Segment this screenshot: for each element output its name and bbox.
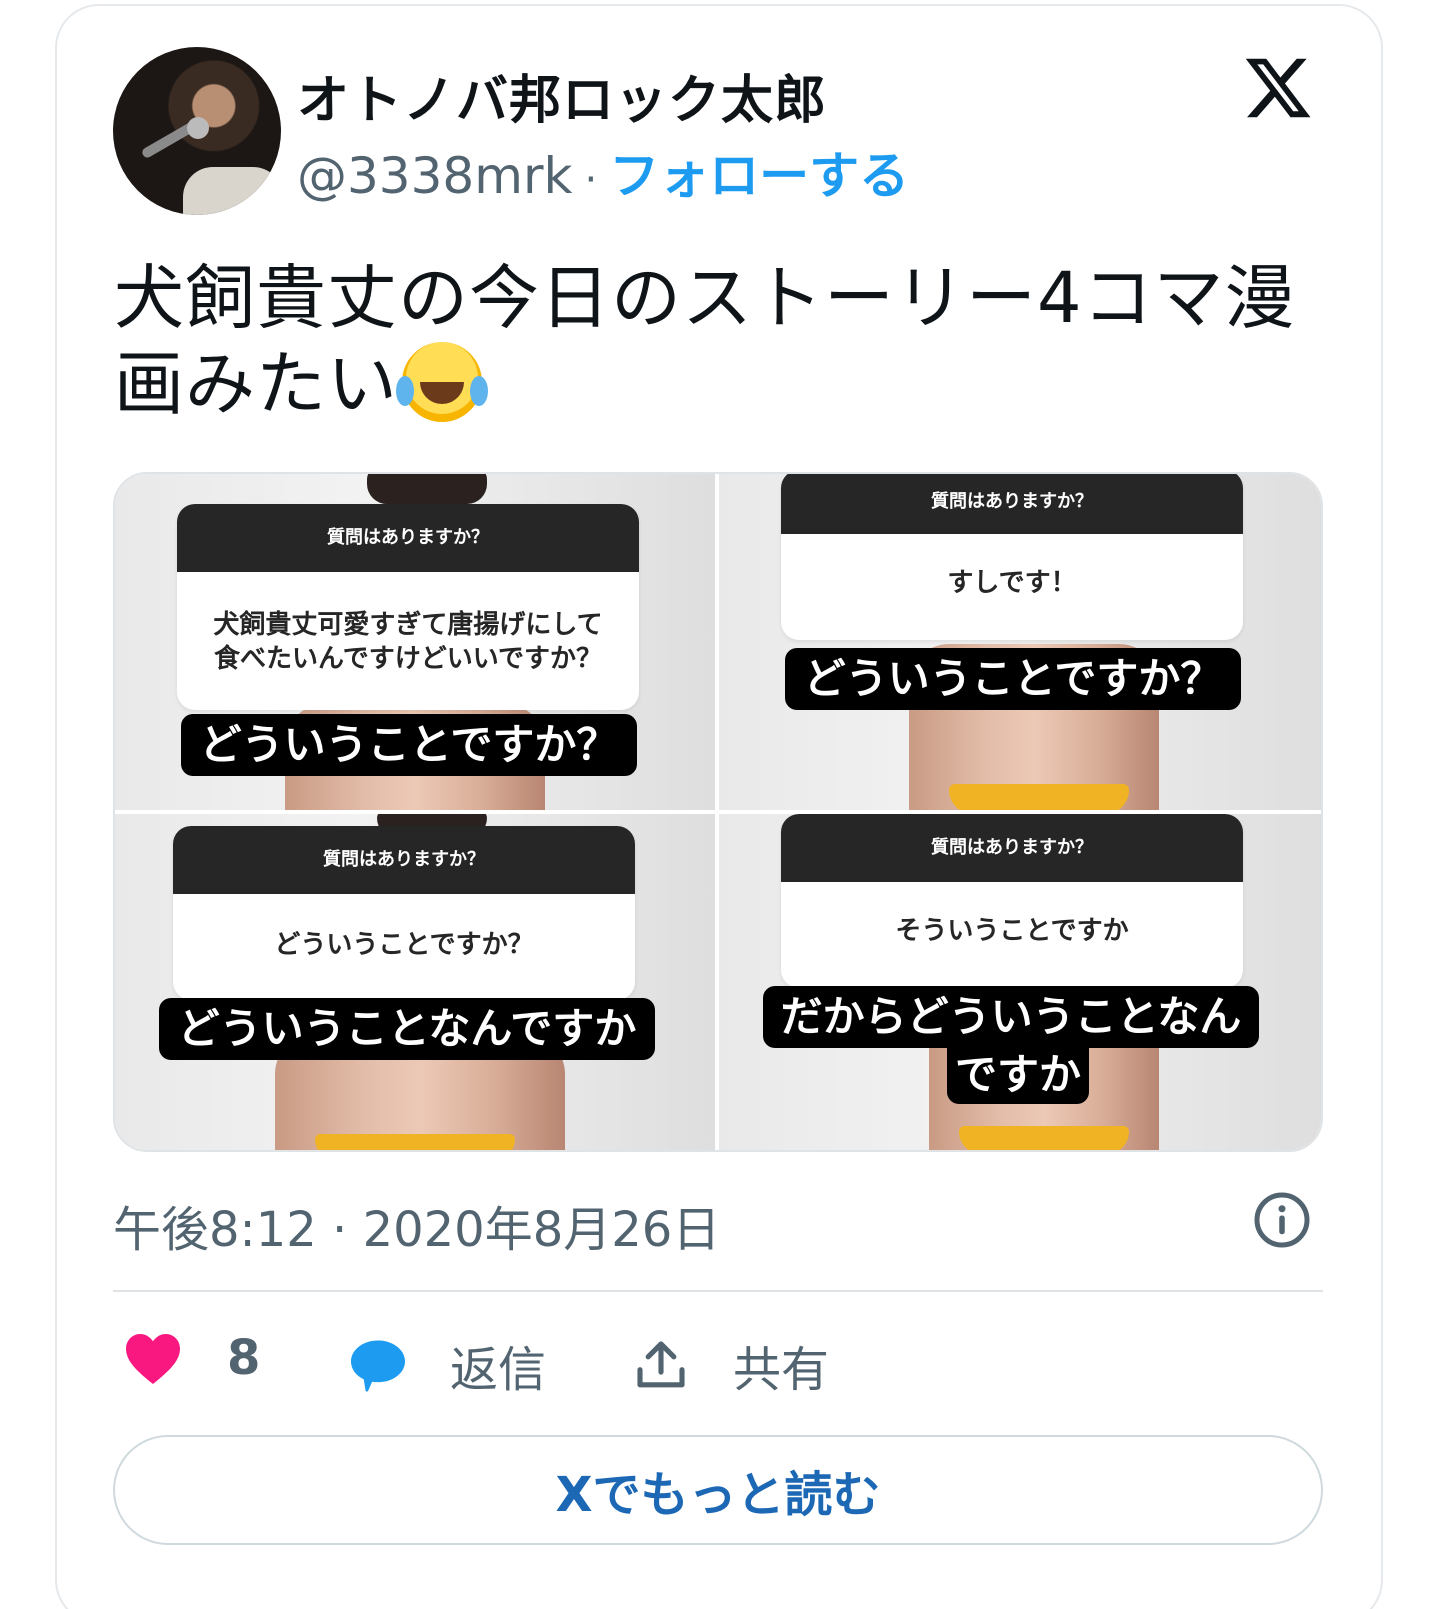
caption-text: どういうことですか？	[785, 648, 1241, 710]
question-header: 質問はありますか？	[177, 504, 639, 572]
media-panel-2[interactable]: 質問はありますか？ すしです！ どういうことですか？	[719, 474, 1321, 810]
question-text-line2: 食べたいんですけどいいですか？	[214, 644, 602, 674]
tweet-text-line1: 犬飼貴丈の今日のストーリー4コマ漫	[114, 257, 1296, 339]
tears-of-joy-emoji-icon	[396, 342, 482, 422]
question-header: 質問はありますか？	[781, 474, 1243, 534]
question-box: 質問はありますか？ 犬飼貴丈可愛すぎて唐揚げにして 食べたいんですけどいいですか…	[177, 504, 639, 710]
reply-button[interactable]: 返信	[348, 1330, 546, 1400]
reply-label: 返信	[450, 1342, 547, 1398]
caption-text: どういうことなんですか	[159, 998, 655, 1060]
avatar[interactable]	[113, 47, 281, 215]
question-box: 質問はありますか？ そういうことですか	[781, 814, 1243, 988]
media-panel-3[interactable]: 質問はありますか？ どういうことですか？ どういうことなんですか	[115, 814, 715, 1150]
media-panel-1[interactable]: 質問はありますか？ 犬飼貴丈可愛すぎて唐揚げにして 食べたいんですけどいいですか…	[115, 474, 715, 810]
read-more-button[interactable]: Xでもっと読む	[113, 1435, 1323, 1545]
tweet-text-line2: 画みたい	[114, 343, 398, 425]
tweet-text: 犬飼貴丈の今日のストーリー4コマ漫 画みたい	[114, 255, 1314, 427]
caption-text-line1: だからどういうことなん	[763, 986, 1259, 1048]
media-grid[interactable]: 質問はありますか？ 犬飼貴丈可愛すぎて唐揚げにして 食べたいんですけどいいですか…	[113, 472, 1323, 1152]
heart-icon	[126, 1333, 180, 1385]
author-meta: @3338mrk · フォローする	[297, 136, 909, 208]
question-text-line1: 犬飼貴丈可愛すぎて唐揚げにして	[213, 610, 603, 640]
like-button[interactable]: 8	[123, 1330, 260, 1386]
caption-text-line2: ですか	[947, 1046, 1089, 1104]
question-header: 質問はありますか？	[173, 826, 635, 894]
divider	[113, 1290, 1323, 1292]
separator-dot: ·	[584, 157, 598, 203]
reply-bubble-icon	[351, 1340, 405, 1392]
info-icon[interactable]	[1252, 1190, 1312, 1250]
question-box: 質問はありますか？ どういうことですか？	[173, 826, 635, 1000]
like-count: 8	[227, 1330, 261, 1386]
question-header: 質問はありますか？	[781, 814, 1243, 882]
tweet-timestamp[interactable]: 午後8:12 · 2020年8月26日	[113, 1190, 720, 1260]
x-logo-icon[interactable]	[1240, 52, 1316, 124]
follow-button[interactable]: フォローする	[609, 147, 909, 205]
question-text-line1: すしです！	[947, 568, 1077, 598]
question-box: 質問はありますか？ すしです！	[781, 474, 1243, 640]
media-panel-4[interactable]: 質問はありますか？ そういうことですか だからどういうことなん ですか	[719, 814, 1321, 1150]
author-display-name[interactable]: オトノバ邦ロック太郎	[297, 58, 827, 133]
caption-text: どういうことですか？	[181, 714, 637, 776]
share-button[interactable]: 共有	[633, 1330, 829, 1400]
author-handle[interactable]: @3338mrk	[297, 147, 572, 205]
share-upload-icon	[637, 1341, 685, 1388]
share-label: 共有	[733, 1342, 830, 1398]
question-text-line1: そういうことですか	[895, 916, 1129, 946]
question-text-line1: どういうことですか？	[274, 930, 534, 960]
